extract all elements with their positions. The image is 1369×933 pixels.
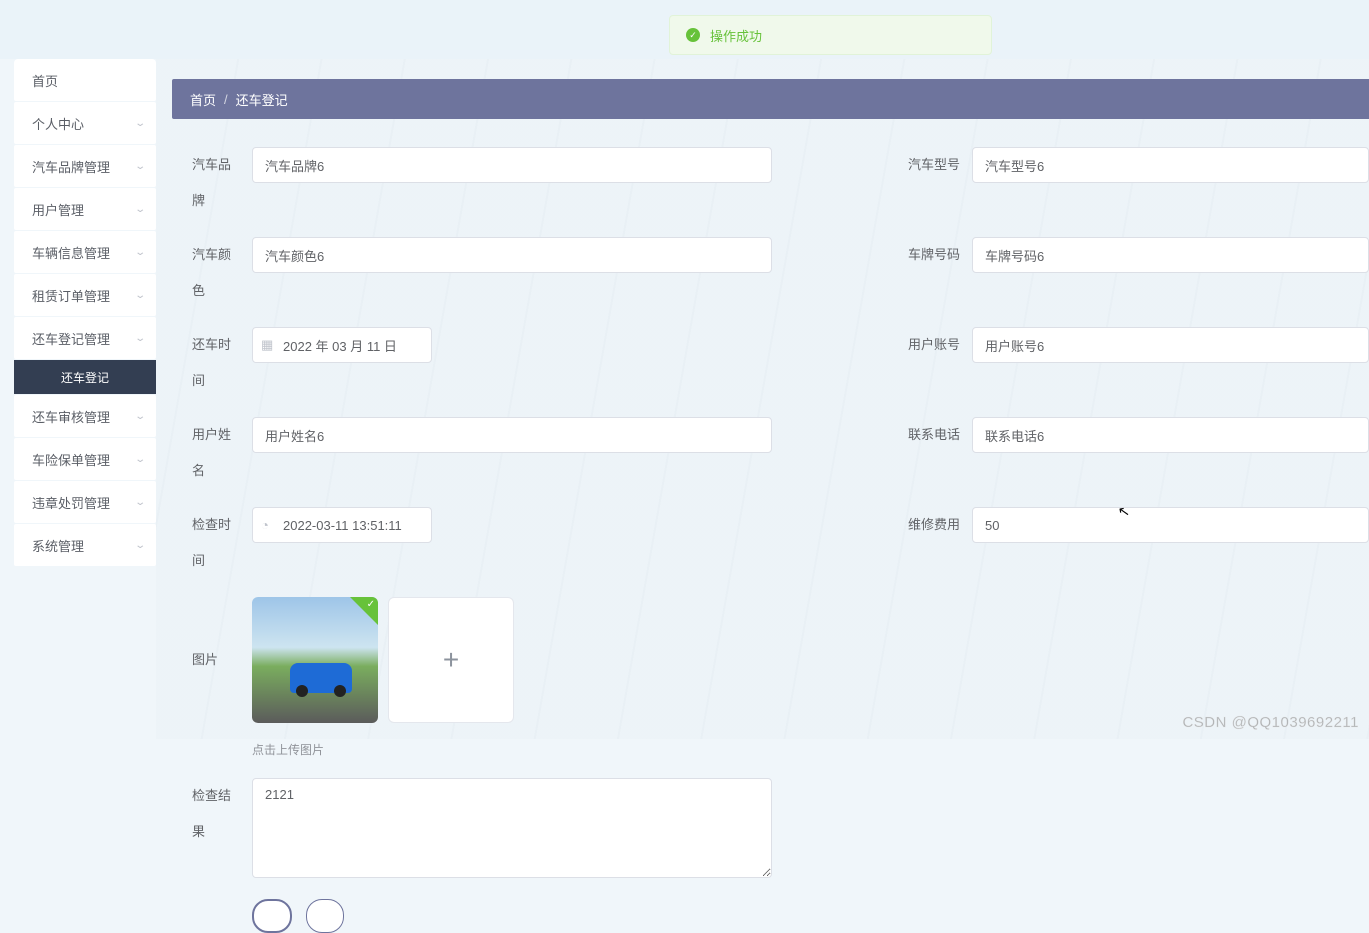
- breadcrumb-current: 还车登记: [236, 90, 288, 109]
- calendar-icon: ▦: [261, 337, 273, 353]
- upload-hint: 点击上传图片: [252, 741, 1369, 758]
- label-plate: 车牌号码: [892, 237, 972, 273]
- sidebar-item-return-audit[interactable]: 还车审核管理 ⌄: [14, 395, 156, 437]
- secondary-button[interactable]: [306, 899, 344, 933]
- chevron-down-icon: ⌄: [134, 161, 146, 172]
- sidebar-item-label: 用户管理: [32, 200, 84, 219]
- label-color: 汽车颜色: [172, 237, 240, 309]
- sidebar-item-label: 首页: [32, 71, 58, 90]
- label-brand: 汽车品牌: [172, 147, 240, 219]
- sidebar-sub-return[interactable]: 还车登记: [14, 360, 156, 394]
- label-return-time: 还车时间: [172, 327, 240, 399]
- check-circle-icon: ✓: [686, 28, 700, 42]
- input-return-time[interactable]: [252, 327, 432, 363]
- label-phone: 联系电话: [892, 417, 972, 453]
- success-toast: ✓ 操作成功: [669, 15, 992, 55]
- label-repair-fee: 维修费用: [892, 507, 972, 543]
- sidebar-item-system[interactable]: 系统管理 ⌄: [14, 524, 156, 566]
- sidebar-item-brand[interactable]: 汽车品牌管理 ⌄: [14, 145, 156, 187]
- sidebar-item-user[interactable]: 用户管理 ⌄: [14, 188, 156, 230]
- chevron-down-icon: ⌄: [134, 290, 146, 301]
- input-model[interactable]: [972, 147, 1369, 183]
- sidebar-item-label: 租赁订单管理: [32, 286, 110, 305]
- input-repair-fee[interactable]: [972, 507, 1369, 543]
- sidebar-item-label: 违章处罚管理: [32, 493, 110, 512]
- breadcrumb: 首页 / 还车登记: [172, 79, 1369, 119]
- chevron-down-icon: ⌄: [134, 247, 146, 258]
- clock-icon: ◔: [261, 518, 269, 533]
- label-check-time: 检查时间: [172, 507, 240, 579]
- sidebar-item-return-mgmt[interactable]: 还车登记管理 ⌄: [14, 317, 156, 359]
- input-phone[interactable]: [972, 417, 1369, 453]
- label-result: 检查结果: [172, 778, 240, 850]
- input-check-time[interactable]: [252, 507, 432, 543]
- plus-icon: +: [443, 644, 459, 676]
- chevron-down-icon: ⌄: [134, 411, 146, 422]
- sidebar: 首页 个人中心 ⌄ 汽车品牌管理 ⌄ 用户管理 ⌄ 车辆信息管理 ⌄ 租赁订单管…: [0, 59, 156, 739]
- label-image: 图片: [172, 597, 240, 723]
- breadcrumb-separator: /: [224, 92, 228, 107]
- sidebar-item-vehicle[interactable]: 车辆信息管理 ⌄: [14, 231, 156, 273]
- sidebar-item-label: 汽车品牌管理: [32, 157, 110, 176]
- sidebar-item-profile[interactable]: 个人中心 ⌄: [14, 102, 156, 144]
- sidebar-item-insurance[interactable]: 车险保单管理 ⌄: [14, 438, 156, 480]
- label-username: 用户姓名: [172, 417, 240, 489]
- upload-button[interactable]: +: [388, 597, 514, 723]
- chevron-down-icon: ⌄: [134, 540, 146, 551]
- sidebar-item-label: 还车审核管理: [32, 407, 110, 426]
- uploaded-thumbnail[interactable]: ✓: [252, 597, 378, 723]
- breadcrumb-home[interactable]: 首页: [190, 90, 216, 109]
- chevron-down-icon: ⌄: [134, 204, 146, 215]
- label-account: 用户账号: [892, 327, 972, 363]
- label-model: 汽车型号: [892, 147, 972, 183]
- input-account[interactable]: [972, 327, 1369, 363]
- input-username[interactable]: [252, 417, 772, 453]
- input-brand[interactable]: [252, 147, 772, 183]
- input-color[interactable]: [252, 237, 772, 273]
- sidebar-sub-label: 还车登记: [61, 369, 109, 386]
- chevron-down-icon: ⌄: [134, 333, 146, 344]
- textarea-result[interactable]: [252, 778, 772, 878]
- sidebar-item-home[interactable]: 首页: [14, 59, 156, 101]
- watermark: CSDN @QQ1039692211: [1182, 714, 1359, 731]
- check-icon: ✓: [367, 599, 375, 610]
- chevron-down-icon: ⌄: [134, 118, 146, 129]
- input-plate[interactable]: [972, 237, 1369, 273]
- submit-button[interactable]: [252, 899, 292, 933]
- sidebar-item-label: 还车登记管理: [32, 329, 110, 348]
- toast-text: 操作成功: [710, 26, 762, 45]
- chevron-down-icon: ⌄: [134, 454, 146, 465]
- sidebar-item-rental[interactable]: 租赁订单管理 ⌄: [14, 274, 156, 316]
- sidebar-item-label: 车险保单管理: [32, 450, 110, 469]
- main-content: 首页 / 还车登记 汽车品牌 汽车型号 汽车颜色: [156, 59, 1369, 739]
- sidebar-item-violation[interactable]: 违章处罚管理 ⌄: [14, 481, 156, 523]
- chevron-down-icon: ⌄: [134, 497, 146, 508]
- sidebar-item-label: 系统管理: [32, 536, 84, 555]
- sidebar-item-label: 车辆信息管理: [32, 243, 110, 262]
- sidebar-item-label: 个人中心: [32, 114, 84, 133]
